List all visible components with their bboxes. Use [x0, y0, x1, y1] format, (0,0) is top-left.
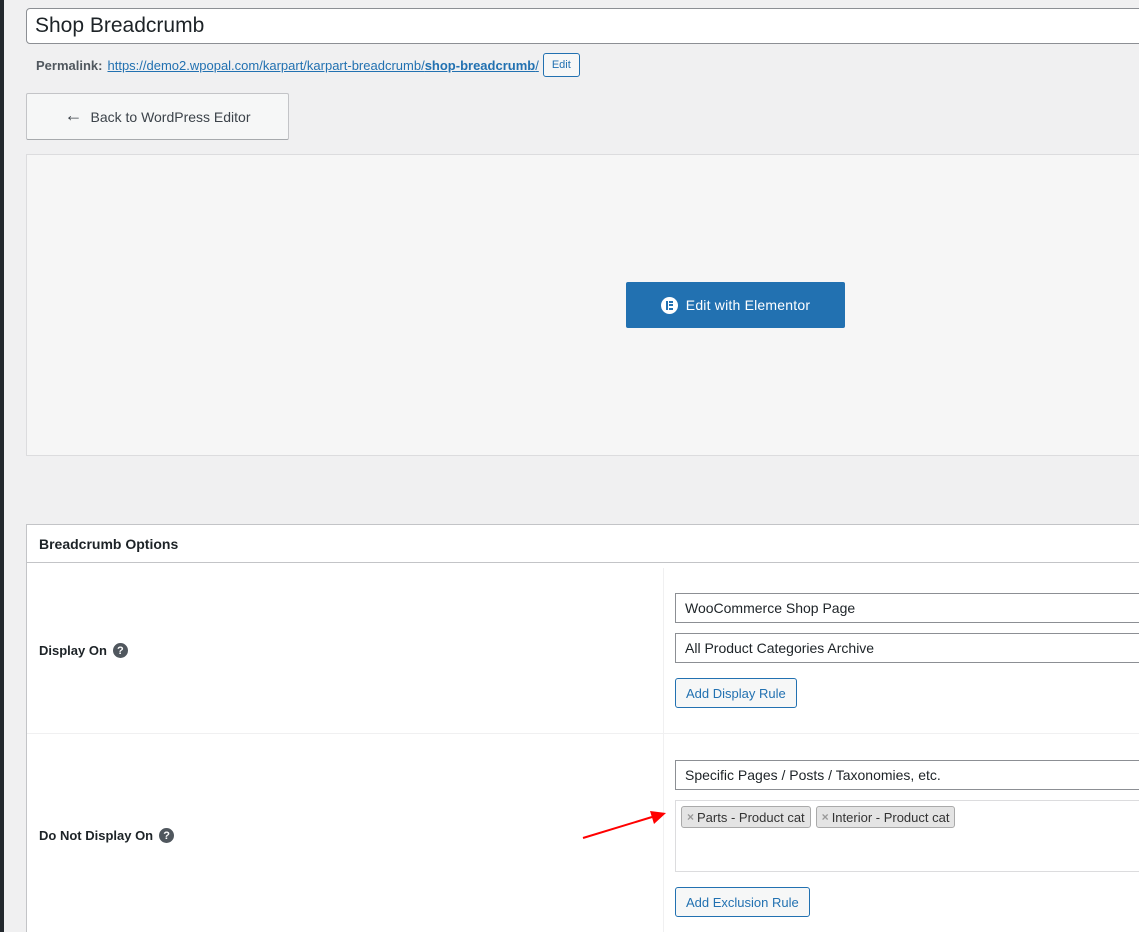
display-rule-select-1[interactable]: WooCommerce Shop Page	[675, 593, 1139, 623]
selected-chip: × Interior - Product cat	[815, 806, 956, 828]
breadcrumb-options-title: Breadcrumb Options	[27, 525, 1139, 563]
display-on-row: Display On ? WooCommerce Shop Page All P…	[27, 568, 1139, 734]
exclusion-multiselect[interactable]: × Parts - Product cat × Interior - Produ…	[675, 800, 1139, 872]
permalink-row: Permalink: https://demo2.wpopal.com/karp…	[36, 53, 580, 77]
add-exclusion-rule-button[interactable]: Add Exclusion Rule	[675, 887, 810, 917]
edit-with-elementor-button[interactable]: Edit with Elementor	[626, 282, 845, 328]
arrow-left-icon: ←	[64, 105, 83, 125]
breadcrumb-options-panel: Breadcrumb Options Display On ? WooComme…	[26, 524, 1139, 932]
back-to-wordpress-editor-button[interactable]: ← Back to WordPress Editor	[26, 93, 289, 140]
help-icon[interactable]: ?	[112, 643, 128, 658]
selected-chip: × Parts - Product cat	[681, 806, 811, 828]
annotation-arrow-icon	[582, 811, 666, 839]
elementor-editor-area	[26, 154, 1139, 456]
post-title-input[interactable]	[26, 8, 1139, 44]
help-icon[interactable]: ?	[159, 828, 175, 843]
do-not-display-on-label: Do Not Display On ?	[39, 828, 175, 843]
remove-chip-icon[interactable]: ×	[822, 810, 829, 824]
permalink-link[interactable]: https://demo2.wpopal.com/karpart/karpart…	[107, 58, 538, 73]
admin-sidebar-edge	[0, 0, 4, 932]
elementor-icon	[660, 296, 678, 314]
remove-chip-icon[interactable]: ×	[687, 810, 694, 824]
edit-permalink-button[interactable]: Edit	[542, 53, 580, 77]
display-rule-select-2[interactable]: All Product Categories Archive	[675, 633, 1139, 663]
elementor-button-label: Edit with Elementor	[685, 297, 811, 313]
add-display-rule-button[interactable]: Add Display Rule	[675, 678, 797, 708]
display-on-label: Display On ?	[39, 643, 128, 658]
permalink-label: Permalink:	[36, 57, 103, 73]
back-button-label: Back to WordPress Editor	[90, 108, 251, 125]
exclusion-rule-select[interactable]: Specific Pages / Posts / Taxonomies, etc…	[675, 760, 1139, 790]
